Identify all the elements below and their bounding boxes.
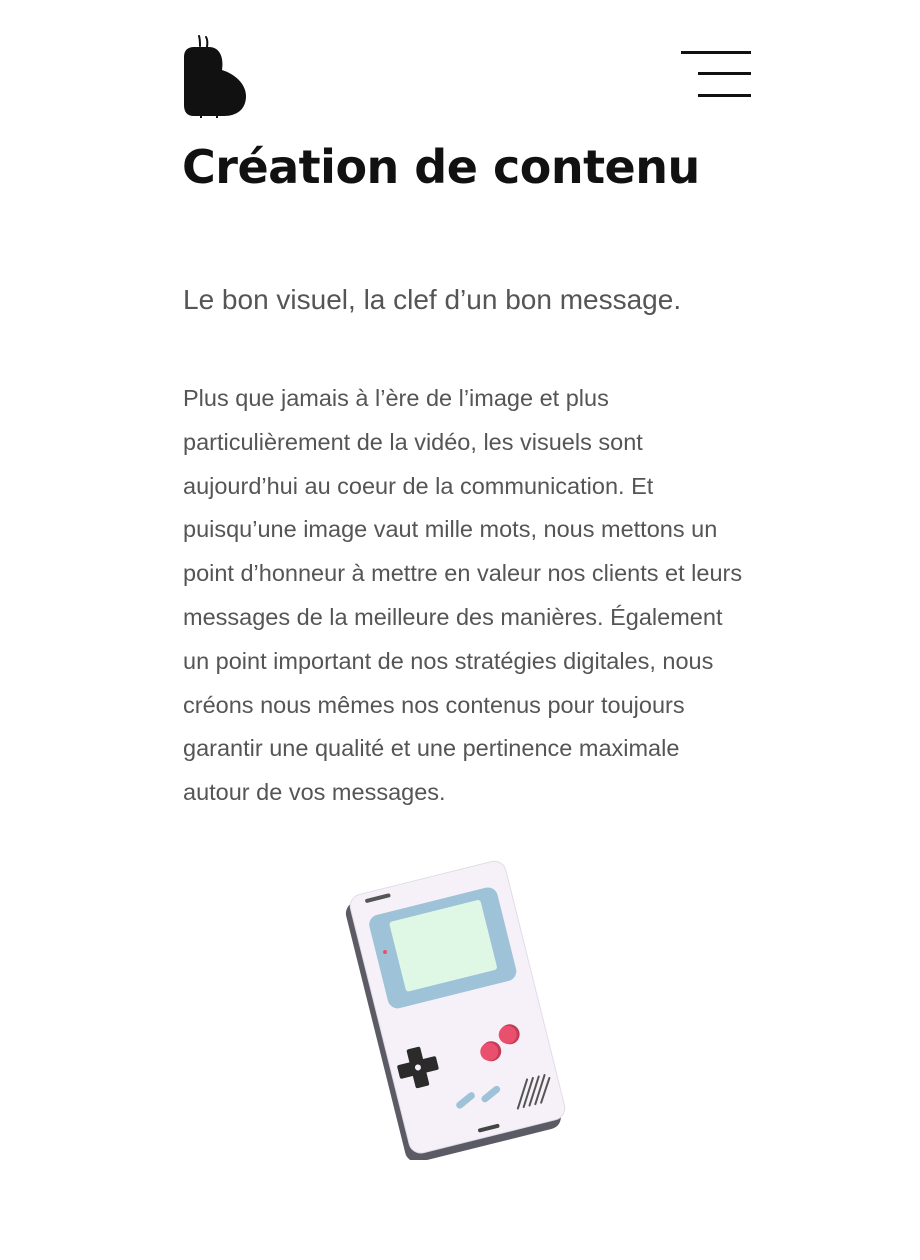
page-title: Création de contenu	[182, 140, 700, 194]
page-subtitle: Le bon visuel, la clef d’un bon message.	[183, 284, 682, 315]
handheld-console-illustration	[330, 860, 580, 1163]
menu-line	[681, 51, 751, 54]
pear-logo-icon	[184, 35, 246, 118]
body-paragraph: Plus que jamais à l’ère de l’image et pl…	[183, 385, 743, 806]
menu-button[interactable]	[676, 44, 756, 104]
menu-line	[698, 94, 751, 97]
logo[interactable]	[180, 34, 250, 120]
menu-line	[698, 72, 751, 75]
